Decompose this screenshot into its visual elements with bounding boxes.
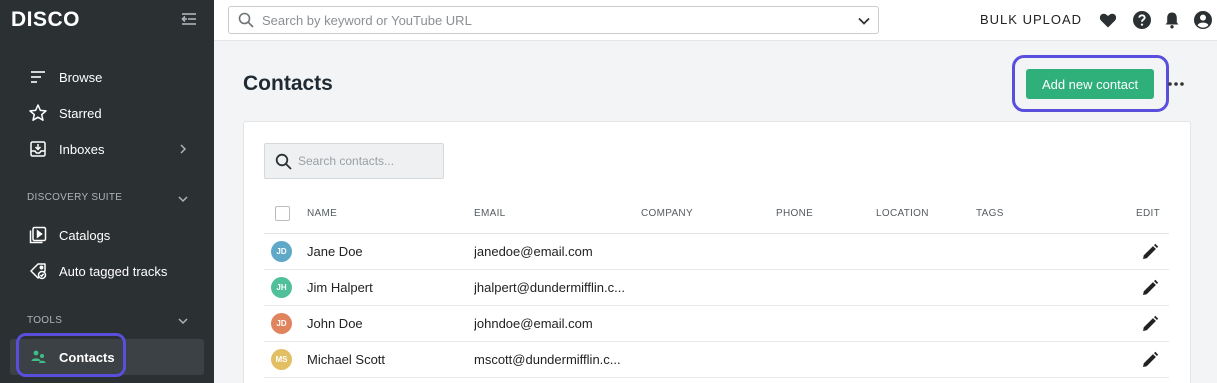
contact-name[interactable]: John Doe bbox=[307, 316, 363, 331]
app-logo: DISCO bbox=[11, 8, 81, 31]
chevron-down-icon[interactable] bbox=[177, 193, 189, 205]
column-header-tags: TAGS bbox=[976, 208, 1004, 219]
table-row[interactable]: JH Jim Halpert jhalpert@dundermifflin.c.… bbox=[264, 270, 1169, 306]
column-header-name[interactable]: NAME bbox=[307, 208, 337, 219]
chevron-down-icon[interactable] bbox=[857, 14, 871, 28]
table-row[interactable]: MS Michael Scott mscott@dundermifflin.c.… bbox=[264, 342, 1169, 378]
global-search-input[interactable] bbox=[262, 10, 842, 30]
edit-pencil-icon[interactable] bbox=[1141, 351, 1159, 369]
sidebar-item-browse[interactable]: Browse bbox=[0, 60, 214, 94]
bell-icon[interactable] bbox=[1162, 10, 1182, 30]
edit-pencil-icon[interactable] bbox=[1141, 243, 1159, 261]
global-search[interactable] bbox=[228, 6, 879, 34]
section-heading-tools: TOOLS bbox=[27, 315, 63, 326]
focus-highlight bbox=[1012, 55, 1169, 112]
contact-email: jhalpert@dundermifflin.c... bbox=[474, 280, 625, 295]
edit-pencil-icon[interactable] bbox=[1141, 315, 1159, 333]
auto-tag-icon bbox=[30, 263, 47, 280]
sidebar-item-label: Auto tagged tracks bbox=[59, 263, 168, 279]
focus-highlight bbox=[16, 333, 126, 377]
inbox-icon bbox=[30, 141, 46, 157]
sidebar-item-label: Inboxes bbox=[59, 141, 105, 157]
sidebar-item-catalogs[interactable]: Catalogs bbox=[0, 218, 214, 252]
table-row[interactable]: JD Jane Doe janedoe@email.com bbox=[264, 234, 1169, 270]
contact-name[interactable]: Jim Halpert bbox=[307, 280, 373, 295]
table-row[interactable]: JD John Doe johndoe@email.com bbox=[264, 306, 1169, 342]
avatar: JD bbox=[271, 241, 292, 262]
contact-name[interactable]: Jane Doe bbox=[307, 244, 363, 259]
sidebar-item-label: Browse bbox=[59, 69, 103, 85]
column-header-location[interactable]: LOCATION bbox=[876, 208, 929, 219]
help-icon[interactable] bbox=[1132, 10, 1152, 30]
edit-pencil-icon[interactable] bbox=[1141, 279, 1159, 297]
contact-name[interactable]: Michael Scott bbox=[307, 352, 385, 367]
contact-email: janedoe@email.com bbox=[474, 244, 593, 259]
sidebar: DISCO Browse Starred Inboxes DISCOVERY S… bbox=[0, 0, 214, 383]
chevron-down-icon[interactable] bbox=[177, 315, 189, 327]
column-header-email[interactable]: EMAIL bbox=[474, 208, 506, 219]
sidebar-item-label: Catalogs bbox=[59, 227, 111, 243]
contacts-search[interactable] bbox=[264, 143, 444, 179]
sidebar-item-label: Starred bbox=[59, 105, 102, 121]
sidebar-item-auto-tagged-tracks[interactable]: Auto tagged tracks bbox=[0, 254, 214, 288]
user-account-icon[interactable] bbox=[1193, 10, 1213, 30]
avatar: JH bbox=[271, 277, 292, 298]
section-heading-discovery-suite: DISCOVERY SUITE bbox=[27, 192, 123, 203]
avatar: JD bbox=[271, 313, 292, 334]
column-header-company[interactable]: COMPANY bbox=[641, 208, 693, 219]
more-options-icon[interactable] bbox=[1166, 75, 1186, 93]
contacts-search-input[interactable] bbox=[298, 152, 438, 170]
column-header-edit: EDIT bbox=[1136, 208, 1160, 219]
contact-email: mscott@dundermifflin.c... bbox=[474, 352, 621, 367]
star-icon bbox=[29, 104, 47, 121]
search-icon bbox=[275, 153, 292, 170]
sidebar-item-starred[interactable]: Starred bbox=[0, 96, 214, 130]
catalog-icon bbox=[29, 226, 47, 244]
sidebar-item-inboxes[interactable]: Inboxes bbox=[0, 132, 214, 166]
select-all-checkbox[interactable] bbox=[275, 206, 290, 221]
collapse-sidebar-icon[interactable] bbox=[180, 10, 198, 28]
heart-icon[interactable] bbox=[1098, 10, 1118, 30]
search-icon bbox=[238, 12, 254, 28]
chevron-right-icon bbox=[180, 144, 187, 154]
avatar: MS bbox=[271, 349, 292, 370]
browse-icon bbox=[31, 71, 45, 83]
bulk-upload-button[interactable]: BULK UPLOAD bbox=[980, 12, 1082, 27]
column-header-phone[interactable]: PHONE bbox=[776, 208, 813, 219]
page-title: Contacts bbox=[243, 72, 333, 95]
contact-email: johndoe@email.com bbox=[474, 316, 593, 331]
top-bar: BULK UPLOAD bbox=[214, 0, 1217, 41]
